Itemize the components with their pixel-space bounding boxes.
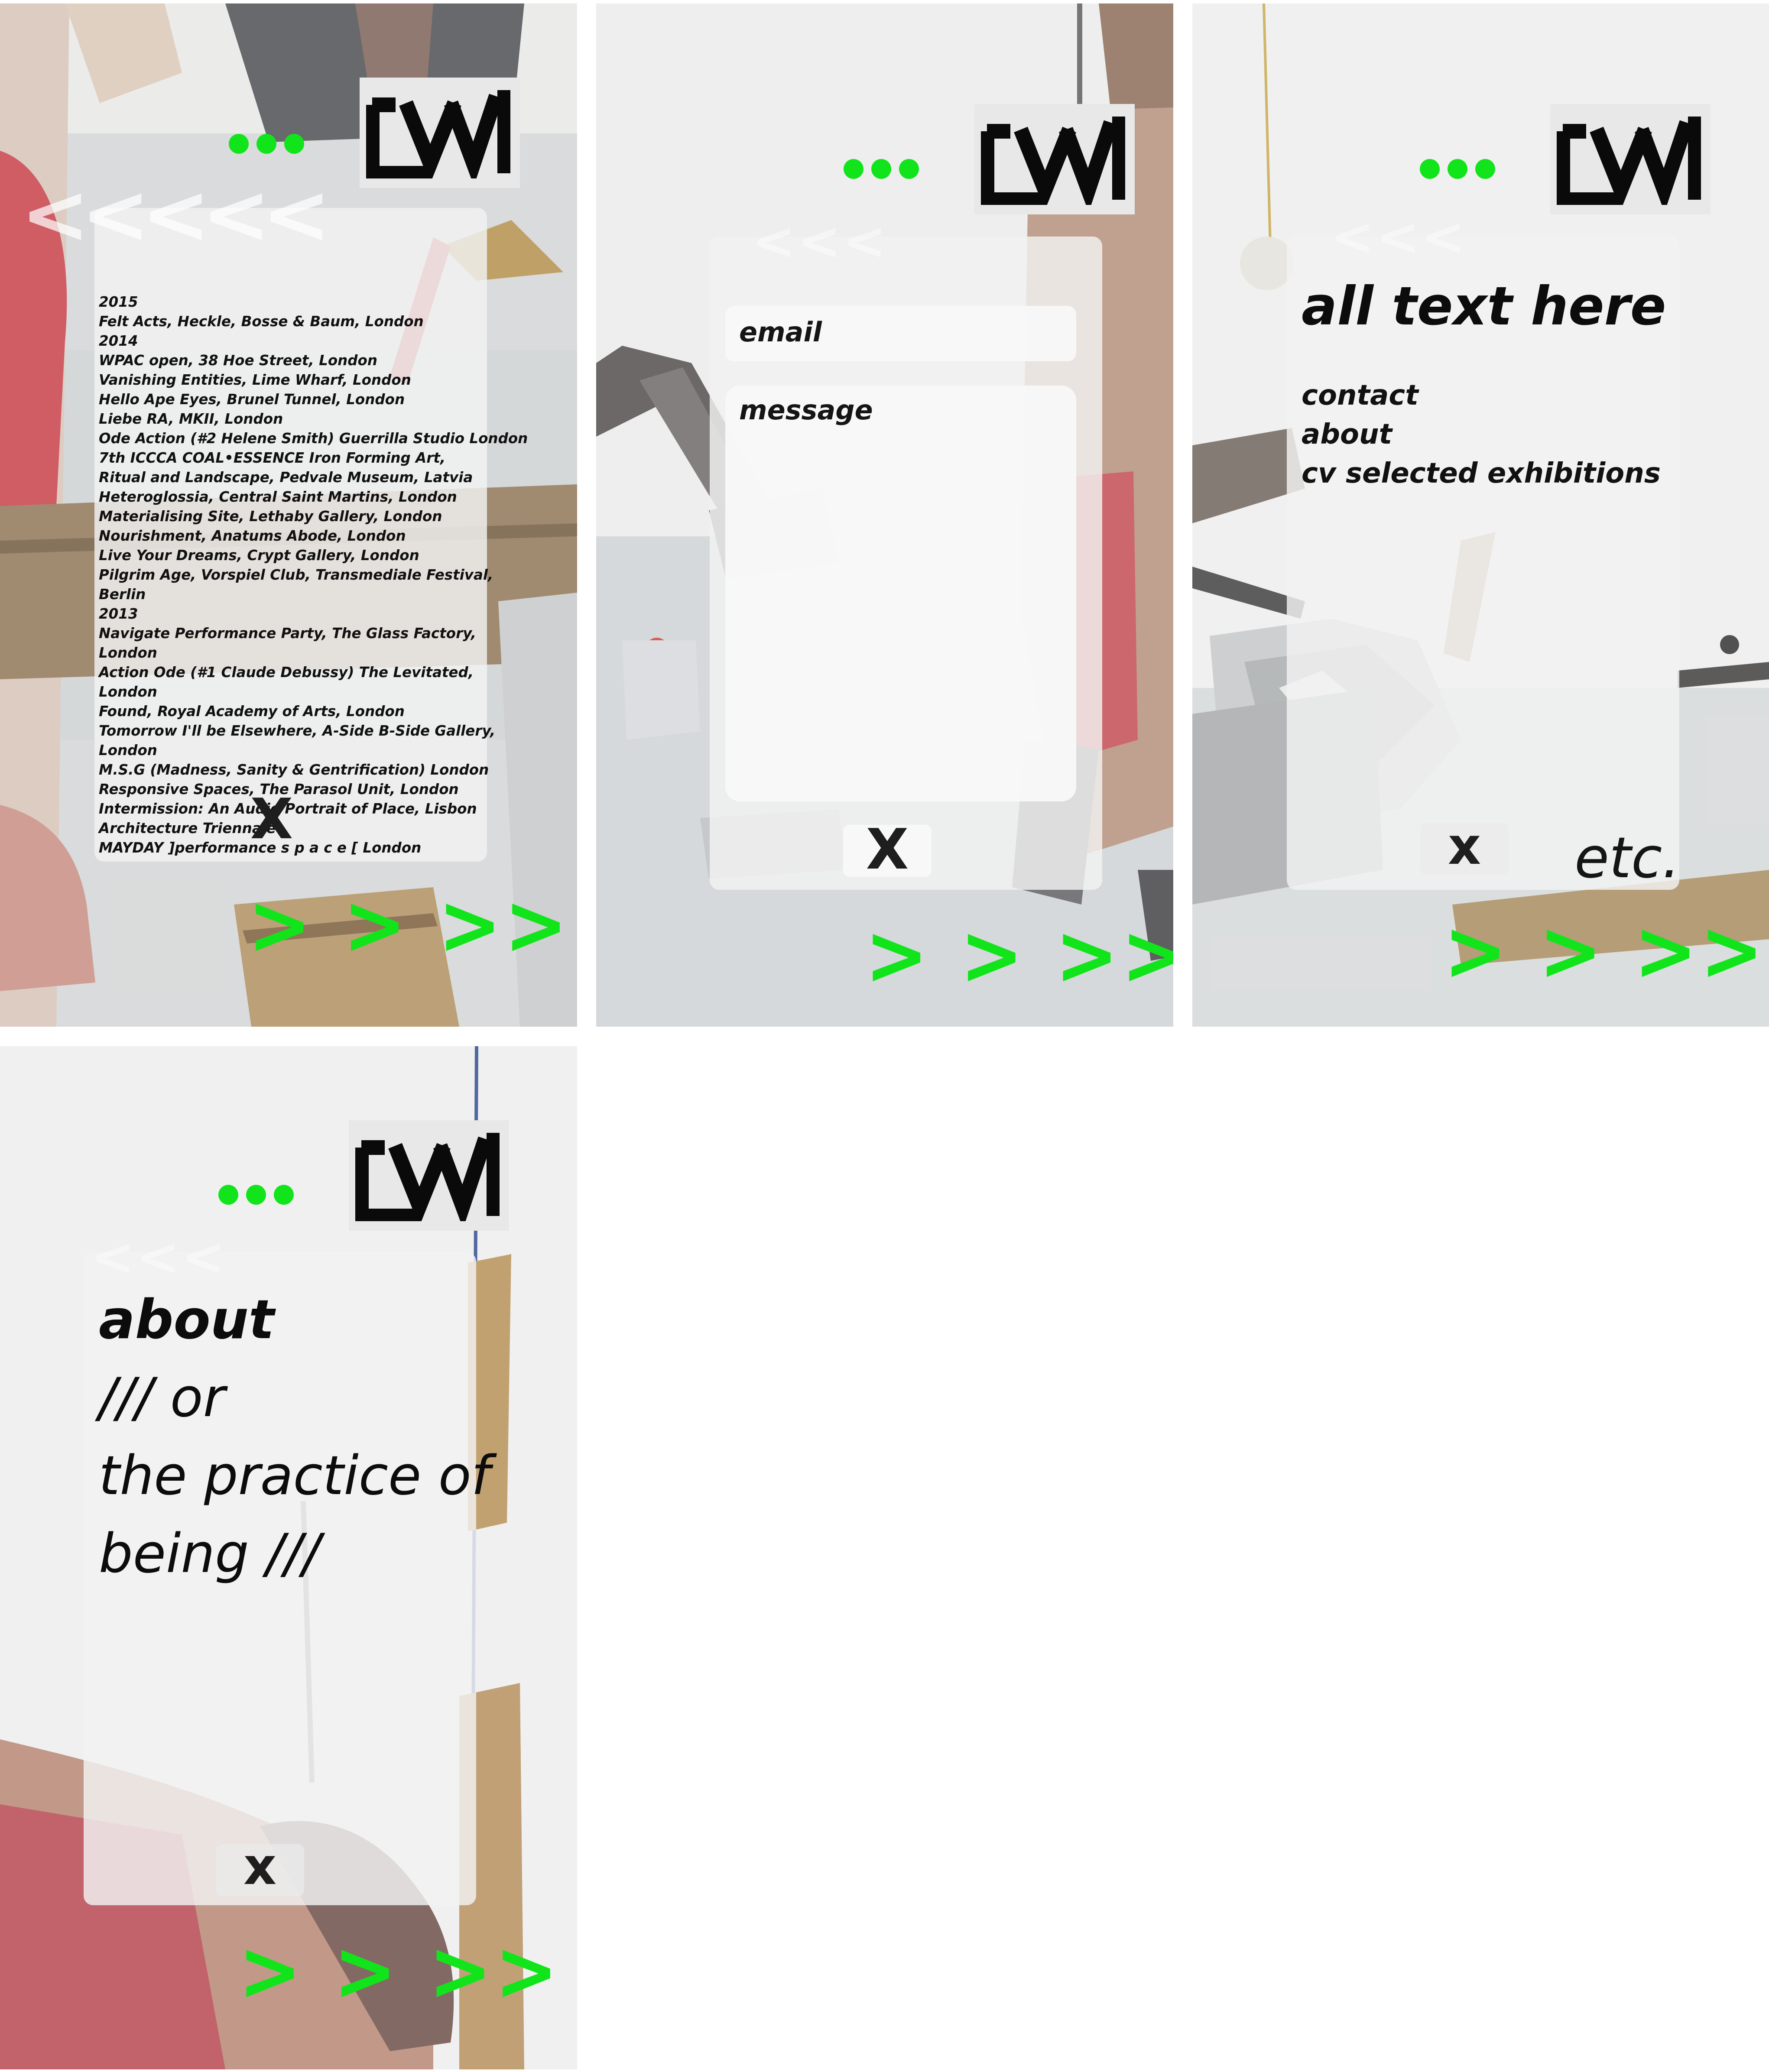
- dot-icon: [218, 1185, 238, 1205]
- menu-screen: <<< all text here contact about cv selec…: [1192, 3, 1769, 1027]
- about-line-1: /// or: [99, 1367, 225, 1429]
- contact-screen: <<< email message X > > >>: [596, 3, 1173, 1027]
- dot-icon: [256, 134, 276, 154]
- dot-icon: [246, 1185, 266, 1205]
- back-chevrons-faint[interactable]: <<<: [1331, 211, 1467, 263]
- lvvl-logo-icon: [366, 88, 513, 178]
- menu-dots-button[interactable]: [1420, 159, 1495, 179]
- cv-entry: 2015: [99, 294, 138, 310]
- next-chevrons[interactable]: > > >>: [248, 883, 570, 967]
- email-field[interactable]: email: [725, 306, 1076, 361]
- etc-label: etc.: [1574, 825, 1680, 891]
- dot-icon: [1475, 159, 1495, 179]
- cv-entry: Navigate Performance Party, The Glass Fa…: [99, 625, 477, 642]
- lvvl-logo-icon: [981, 114, 1128, 205]
- about-screen: <<< about /// or the practice of being /…: [0, 1046, 577, 2069]
- cv-entry: Live Your Dreams, Crypt Gallery, London: [99, 547, 419, 564]
- cv-entry: Hello Ape Eyes, Brunel Tunnel, London: [99, 391, 405, 408]
- cv-entry: Pilgrim Age, Vorspiel Club, Transmediale…: [99, 567, 493, 583]
- dot-icon: [1448, 159, 1467, 179]
- cv-exhibition-list: 2015 Felt Acts, Heckle, Bosse & Baum, Lon…: [99, 292, 528, 858]
- back-chevrons[interactable]: <<<<<: [21, 173, 331, 256]
- cv-entry: Heteroglossia, Central Saint Martins, Lo…: [99, 489, 457, 505]
- menu-item-contact[interactable]: contact: [1302, 379, 1418, 412]
- menu-dots-button[interactable]: [229, 134, 304, 154]
- menu-heading: all text here: [1302, 276, 1666, 337]
- close-button[interactable]: X: [248, 792, 295, 847]
- about-title: about: [99, 1289, 275, 1351]
- logo[interactable]: [349, 1120, 509, 1231]
- message-field[interactable]: message: [725, 386, 1076, 801]
- cv-screen: <<<<< 2015 Felt Acts, Heckle, Bosse & Bau…: [0, 3, 577, 1027]
- back-chevrons-faint[interactable]: <<<: [752, 216, 888, 268]
- cv-entry: Tomorrow I'll be Elsewhere, A-Side B-Sid…: [99, 723, 496, 739]
- cv-entry: Found, Royal Academy of Arts, London: [99, 703, 405, 720]
- message-placeholder: message: [739, 394, 873, 426]
- dot-icon: [844, 159, 863, 179]
- cv-entry: M.S.G (Madness, Sanity & Gentrification)…: [99, 762, 489, 778]
- logo[interactable]: [974, 104, 1135, 214]
- cv-entry: Materialising Site, Lethaby Gallery, Lon…: [99, 508, 442, 525]
- cv-entry: Berlin: [99, 586, 146, 603]
- menu-item-about[interactable]: about: [1302, 418, 1392, 451]
- menu-dots-button[interactable]: [218, 1185, 294, 1205]
- back-chevrons-faint[interactable]: <<<: [91, 1232, 227, 1284]
- close-button[interactable]: X: [843, 822, 932, 878]
- menu-dots-button[interactable]: [844, 159, 919, 179]
- cv-entry: London: [99, 742, 157, 759]
- lvvl-logo-icon: [1557, 114, 1704, 205]
- logo[interactable]: [360, 78, 520, 188]
- dot-icon: [284, 134, 304, 154]
- cv-entry: 2013: [99, 606, 138, 622]
- next-chevrons[interactable]: > > >>: [865, 914, 1173, 997]
- cv-entry: Action Ode (#1 Claude Debussy) The Levit…: [99, 664, 474, 681]
- logo[interactable]: [1550, 104, 1711, 214]
- email-placeholder: email: [739, 316, 822, 348]
- cv-entry: Liebe RA, MKII, London: [99, 411, 283, 427]
- cv-entry: Ode Action (#2 Helene Smith) Guerrilla S…: [99, 430, 528, 447]
- next-chevrons[interactable]: > > >>: [1444, 909, 1766, 993]
- cv-entry: London: [99, 684, 157, 700]
- menu-item-cv[interactable]: cv selected exhibitions: [1302, 457, 1661, 490]
- dot-icon: [229, 134, 249, 154]
- cv-entry: Ritual and Landscape, Pedvale Museum, La…: [99, 469, 473, 486]
- dot-icon: [871, 159, 891, 179]
- cv-entry: Vanishing Entities, Lime Wharf, London: [99, 372, 411, 388]
- cv-entry: WPAC open, 38 Hoe Street, London: [99, 352, 378, 369]
- dot-icon: [1420, 159, 1440, 179]
- dot-icon: [899, 159, 919, 179]
- lvvl-logo-icon: [355, 1130, 503, 1221]
- cv-entry: Felt Acts, Heckle, Bosse & Baum, London: [99, 313, 424, 330]
- close-button[interactable]: x: [216, 1841, 304, 1892]
- cv-entry: Nourishment, Anatums Abode, London: [99, 528, 406, 544]
- about-line-3: being ///: [99, 1523, 321, 1585]
- dot-icon: [274, 1185, 294, 1205]
- cv-entry: 2014: [99, 333, 138, 349]
- cv-entry: London: [99, 645, 157, 661]
- about-line-2: the practice of: [99, 1445, 490, 1507]
- close-button[interactable]: x: [1420, 820, 1509, 872]
- cv-entry: 7th ICCCA COAL•ESSENCE Iron Forming Art,: [99, 450, 446, 466]
- next-chevrons[interactable]: > > >>: [238, 1929, 561, 2013]
